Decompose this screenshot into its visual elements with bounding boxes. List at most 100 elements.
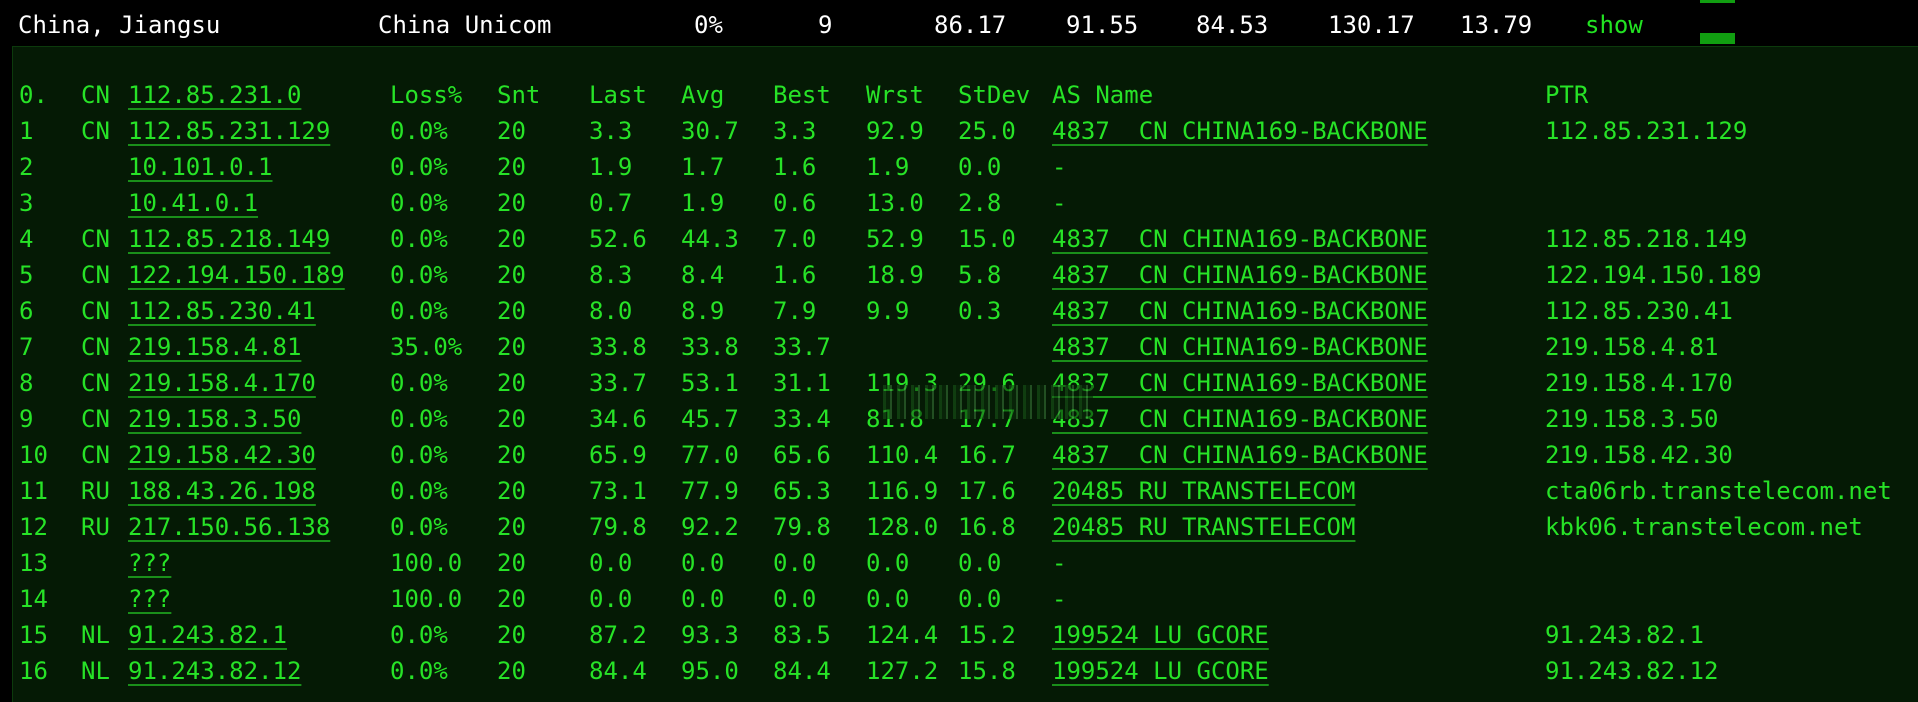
table-row: 16 NL 91.243.82.12 0.0% 20 84.4 95.0 84.4 127.2 1…	[13, 653, 1918, 689]
hop-as-name-link[interactable]: 20485 RU TRANSTELECOM	[1052, 512, 1355, 542]
hop-loss: 0.0%	[390, 441, 448, 469]
hop-as-name-link[interactable]: 4837 CN CHINA169-BACKBONE	[1052, 368, 1428, 398]
hop-index: 15	[19, 621, 48, 649]
hop-as-name-link[interactable]: 4837 CN CHINA169-BACKBONE	[1052, 440, 1428, 470]
hop-ptr: 219.158.4.81	[1545, 333, 1719, 361]
hop-loss: 0.0%	[390, 297, 448, 325]
hop-country: CN	[81, 369, 110, 397]
hop-loss: 0.0%	[390, 369, 448, 397]
hop-snt: 20	[497, 621, 526, 649]
hop-stdev: 15.2	[958, 621, 1016, 649]
hop-host-link[interactable]: 217.150.56.138	[128, 512, 330, 542]
hop-wrst: 0.0	[866, 549, 910, 577]
hop-as-name-link[interactable]: 4837 CN CHINA169-BACKBONE	[1052, 404, 1428, 434]
mtr-results-panel: 0. CN 112.85.231.0 Loss% Snt Last Avg Be…	[12, 46, 1918, 702]
hop-host-link[interactable]: 219.158.4.170	[128, 368, 316, 398]
summary-worst: 130.17	[1328, 11, 1415, 39]
hop-wrst: 9.9	[866, 297, 910, 325]
hop-last: 34.6	[589, 405, 647, 433]
hop-snt: 20	[497, 261, 526, 289]
hop-as-name-link[interactable]: 4837 CN CHINA169-BACKBONE	[1052, 332, 1428, 362]
hop-host-link[interactable]: 219.158.42.30	[128, 440, 316, 470]
hop-as-name-link[interactable]: 4837 CN CHINA169-BACKBONE	[1052, 116, 1428, 146]
hop-wrst: 110.4	[866, 441, 939, 469]
hop-loss: 0.0%	[390, 225, 448, 253]
table-row: 12 RU 217.150.56.138 0.0% 20 79.8 92.2 79.8 128.…	[13, 509, 1918, 545]
hop-as-name-link: -	[1052, 153, 1067, 181]
hop-index: 10	[19, 441, 48, 469]
show-link[interactable]: show	[1585, 10, 1643, 40]
hop-last: 1.9	[589, 153, 633, 181]
hop-host-link[interactable]: ???	[128, 584, 171, 614]
hop-host-link[interactable]: 112.85.231.129	[128, 116, 330, 146]
hop-host-link[interactable]: 188.43.26.198	[128, 476, 316, 506]
hop-wrst: 13.0	[866, 189, 924, 217]
header-wrst: Wrst	[866, 81, 924, 109]
hop-host-link[interactable]: 91.243.82.1	[128, 620, 287, 650]
summary-best: 84.53	[1196, 11, 1269, 39]
hop-best: 33.4	[773, 405, 831, 433]
hop-ptr: 112.85.230.41	[1545, 297, 1733, 325]
hop-host-link[interactable]: ???	[128, 548, 171, 578]
hop-last: 73.1	[589, 477, 647, 505]
hop-host-link[interactable]: 112.85.230.41	[128, 296, 316, 326]
hop-as-name-link[interactable]: 4837 CN CHINA169-BACKBONE	[1052, 260, 1428, 290]
hop-avg: 92.2	[681, 513, 739, 541]
hop-stdev: 0.0	[958, 153, 1002, 181]
hop-as-name-link: -	[1052, 549, 1067, 577]
table-row: 13??? 100.0 20 0.0 0.0 0.0 0.0 0.0 -	[13, 545, 1918, 581]
hop-snt: 20	[497, 117, 526, 145]
hop-snt: 20	[497, 189, 526, 217]
hop-best: 84.4	[773, 657, 831, 685]
hop-as-name-link[interactable]: 20485 RU TRANSTELECOM	[1052, 476, 1355, 506]
hop-as-name-link[interactable]: 4837 CN CHINA169-BACKBONE	[1052, 224, 1428, 254]
table-row: 15 NL 91.243.82.1 0.0% 20 87.2 93.3 83.5 124.4 15…	[13, 617, 1918, 653]
hop-best: 7.0	[773, 225, 817, 253]
hop-as-name-link[interactable]: 199524 LU GCORE	[1052, 620, 1269, 650]
hop-country: NL	[81, 621, 110, 649]
hop-stdev: 16.7	[958, 441, 1016, 469]
hop-avg: 1.9	[681, 189, 725, 217]
hop-last: 8.3	[589, 261, 633, 289]
summary-stdev: 13.79	[1460, 11, 1533, 39]
hop-as-name-link[interactable]: 199524 LU GCORE	[1052, 656, 1269, 686]
hop-host-link[interactable]: 91.243.82.12	[128, 656, 301, 686]
hop-index: 9	[19, 405, 34, 433]
header-index: 0.	[19, 81, 48, 109]
hop-host-link[interactable]: 219.158.4.81	[128, 332, 301, 362]
hop-host-link[interactable]: 10.101.0.1	[128, 152, 273, 182]
hop-stdev: 0.3	[958, 297, 1002, 325]
render-glitch	[883, 385, 1093, 419]
hop-ptr: 112.85.218.149	[1545, 225, 1748, 253]
hop-country: RU	[81, 513, 110, 541]
hop-host-link[interactable]: 219.158.3.50	[128, 404, 301, 434]
header-host-link[interactable]: 112.85.231.0	[128, 80, 301, 110]
hop-last: 0.0	[589, 585, 633, 613]
hop-avg: 8.9	[681, 297, 725, 325]
hop-host-link[interactable]: 10.41.0.1	[128, 188, 258, 218]
hop-loss: 100.0	[390, 549, 463, 577]
table-header: 0. CN 112.85.231.0 Loss% Snt Last Avg Be…	[13, 77, 1918, 113]
hop-as-name-link[interactable]: 4837 CN CHINA169-BACKBONE	[1052, 296, 1428, 326]
hop-best: 3.3	[773, 117, 817, 145]
hop-wrst: 128.0	[866, 513, 939, 541]
hop-last: 33.8	[589, 333, 647, 361]
hop-as-name-link: -	[1052, 585, 1067, 613]
table-row: 2 10.101.0.1 0.0% 20 1.9 1.7 1.6 1.9 0.0 -	[13, 149, 1918, 185]
hop-snt: 20	[497, 585, 526, 613]
hop-host-link[interactable]: 112.85.218.149	[128, 224, 330, 254]
hop-index: 14	[19, 585, 48, 613]
hop-snt: 20	[497, 441, 526, 469]
hop-avg: 0.0	[681, 549, 725, 577]
hop-last: 8.0	[589, 297, 633, 325]
hop-index: 3	[19, 189, 34, 217]
hop-last: 65.9	[589, 441, 647, 469]
latency-bar-top	[1700, 0, 1735, 3]
hop-last: 52.6	[589, 225, 647, 253]
hop-wrst: 92.9	[866, 117, 924, 145]
hop-last: 3.3	[589, 117, 633, 145]
table-row: 11 RU 188.43.26.198 0.0% 20 73.1 77.9 65.3 116.9…	[13, 473, 1918, 509]
table-row: 14??? 100.0 20 0.0 0.0 0.0 0.0 0.0 -	[13, 581, 1918, 617]
hop-host-link[interactable]: 122.194.150.189	[128, 260, 345, 290]
hop-best: 65.6	[773, 441, 831, 469]
